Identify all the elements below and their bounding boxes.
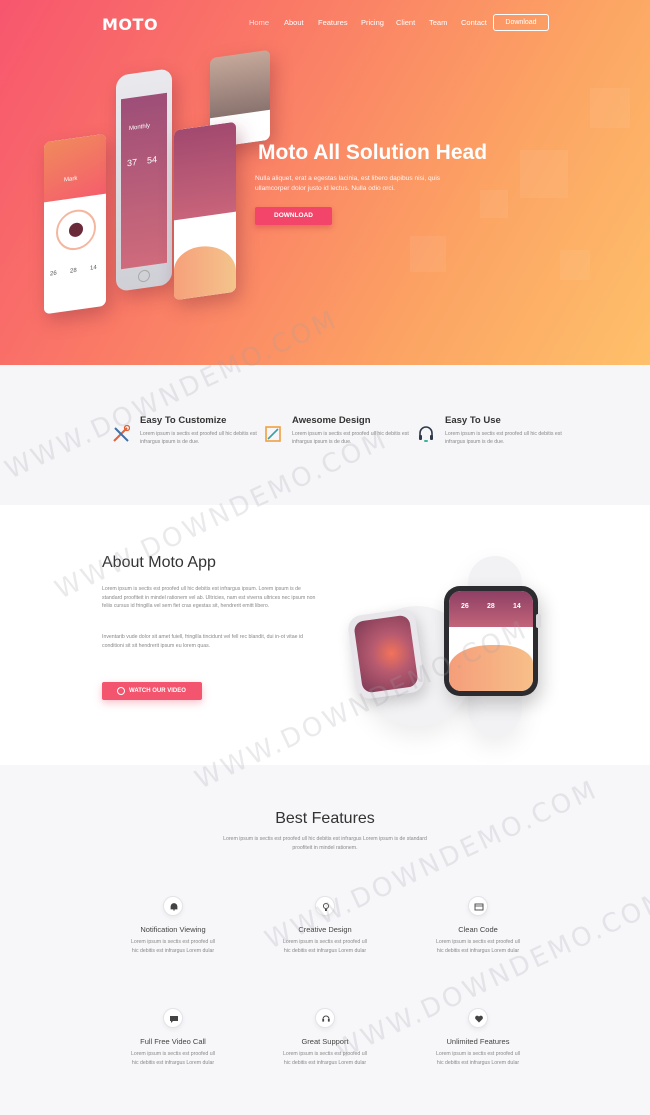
feature-title: Easy To Use: [445, 415, 501, 426]
watch-stat: 28: [487, 603, 495, 610]
best-feature-text: Lorem ipsum is sectis est proofed ull hi…: [436, 939, 520, 954]
nav-item-team[interactable]: Team: [429, 18, 447, 27]
best-feature-title: Unlimited Features: [446, 1037, 510, 1046]
decor-square: [520, 150, 568, 198]
nav-item-home[interactable]: Home: [249, 18, 269, 27]
watch-stat: 26: [461, 603, 469, 610]
decor-square: [560, 250, 590, 280]
decor-square: [590, 88, 630, 128]
headset-icon: [419, 426, 433, 442]
mockup-stat: 14: [90, 264, 97, 272]
best-feature-text: Lorem ipsum is sectis est proofed ull hi…: [131, 939, 215, 954]
nav-download-button[interactable]: Download: [493, 14, 549, 31]
best-feature-title: Notification Viewing: [140, 925, 206, 934]
bell-icon: [163, 896, 183, 916]
mockup-card-chart: [174, 121, 236, 301]
support-icon: [315, 1008, 335, 1028]
decor-square: [410, 236, 446, 272]
hero-download-button[interactable]: DOWNLOAD: [255, 207, 332, 225]
hero-title: Moto All Solution Head: [258, 141, 488, 164]
mockup-stat: 26: [50, 270, 57, 278]
nav-item-about[interactable]: About: [284, 18, 304, 27]
design-icon: [265, 426, 281, 442]
feature-text: Lorem ipsum is sectis est proofed ull hi…: [140, 431, 257, 445]
feature-title: Awesome Design: [292, 415, 371, 426]
play-icon: [117, 687, 125, 695]
mockup-stat: 28: [70, 267, 77, 275]
heart-icon: [468, 1008, 488, 1028]
about-paragraph: Inventarib vude dolor sit amet fuiell, f…: [102, 634, 303, 649]
about-paragraph: Lorem ipsum is sectis est proofed ull hi…: [102, 586, 316, 609]
mockup-card-profile: Mark 26 28 14: [44, 133, 106, 315]
top-navbar: MOTO Home About Features Pricing Client …: [0, 0, 650, 46]
hero-text: Nulla aliquet, erat a egestas lacinia, e…: [255, 175, 441, 192]
mockup-stat: 37: [127, 156, 138, 169]
mockup-phone: Monthly 37 54: [116, 68, 172, 292]
best-feature-text: Lorem ipsum is sectis est proofed ull hi…: [131, 1051, 215, 1066]
mockup-monthly-label: Monthly: [129, 123, 151, 133]
video-chat-icon: [163, 1008, 183, 1028]
logo[interactable]: MOTO: [102, 15, 158, 34]
watch-video-label: WATCH OUR VIDEO: [129, 688, 186, 694]
decor-square: [480, 190, 508, 218]
nav-item-contact[interactable]: Contact: [461, 18, 487, 27]
code-icon: [468, 896, 488, 916]
feature-text: Lorem ipsum is sectis est proofed ull hi…: [445, 431, 562, 445]
nav-item-client[interactable]: Client: [396, 18, 415, 27]
nav-item-pricing[interactable]: Pricing: [361, 18, 384, 27]
best-feature-text: Lorem ipsum is sectis est proofed ull hi…: [436, 1051, 520, 1066]
best-feature-title: Full Free Video Call: [140, 1037, 206, 1046]
best-features-subtitle: Lorem ipsum is sectis est proofed ull hi…: [223, 836, 427, 851]
watch-video-button[interactable]: WATCH OUR VIDEO: [102, 682, 202, 700]
nav-item-features[interactable]: Features: [318, 18, 348, 27]
mockup-stat: 54: [147, 154, 158, 166]
watch-crown: [536, 614, 541, 628]
best-feature-title: Clean Code: [458, 925, 498, 934]
watch-stat: 14: [513, 603, 521, 610]
